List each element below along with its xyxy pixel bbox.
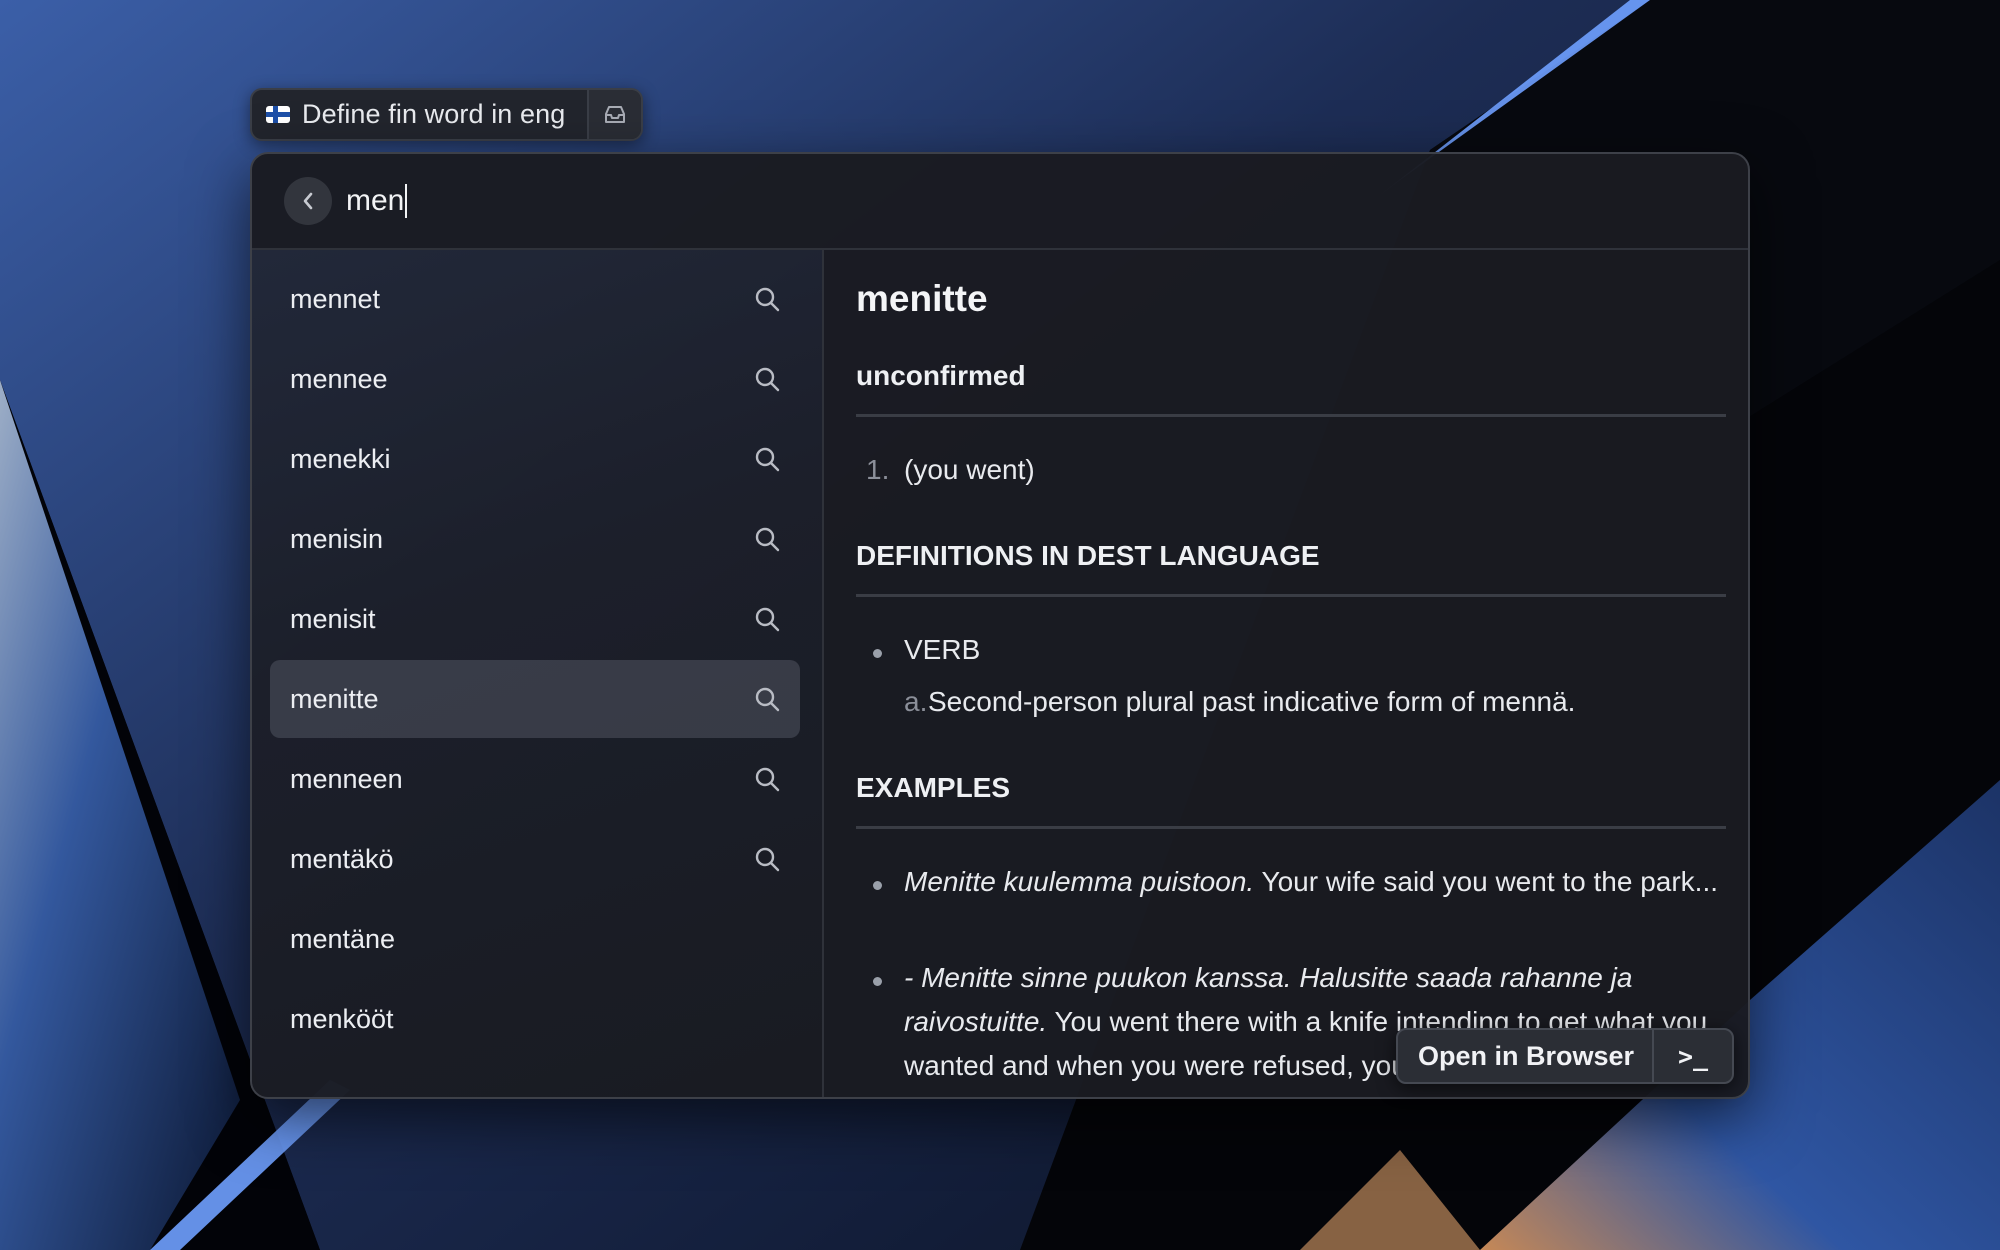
list-item-label: menitte: [290, 683, 379, 714]
list-item-label: mentäkö: [290, 843, 394, 874]
inbox-tray-icon[interactable]: [587, 90, 641, 139]
list-item-label: mennet: [290, 283, 381, 314]
list-item[interactable]: mentäne: [270, 900, 800, 978]
example-item: Menitte kuulemma puistoon. Your wife sai…: [904, 860, 1724, 904]
bullet: [873, 977, 882, 986]
finnish-flag-icon: [266, 106, 290, 123]
list-item[interactable]: menisin: [270, 500, 800, 578]
list-item-label: menkööt: [290, 1003, 394, 1034]
search-icon[interactable]: [754, 446, 780, 472]
example-english: Your wife said you went to the park...: [1254, 866, 1719, 897]
example-finnish: Menitte kuulemma puistoon.: [904, 866, 1255, 897]
search-icon[interactable]: [754, 686, 780, 712]
examples-heading: EXAMPLES: [856, 772, 1011, 803]
list-item[interactable]: mennee: [270, 340, 800, 418]
definitions-heading: DEFINITIONS IN DEST LANGUAGE: [856, 540, 1320, 571]
terminal-icon[interactable]: >_: [1652, 1030, 1732, 1082]
list-item-selected[interactable]: menitte: [270, 660, 800, 738]
search-icon[interactable]: [754, 286, 780, 312]
search-icon[interactable]: [754, 766, 780, 792]
search-bar: men: [252, 154, 1748, 250]
open-in-browser-label: Open in Browser: [1418, 1040, 1635, 1071]
list-item[interactable]: menneen: [270, 740, 800, 818]
open-in-browser-button[interactable]: Open in Browser >_: [1396, 1028, 1734, 1084]
dictionary-window: men mennet mennee menekki menisin menisi…: [250, 152, 1750, 1099]
translation-text: (you went): [904, 454, 1035, 485]
chevron-left-icon[interactable]: [284, 177, 332, 225]
search-icon[interactable]: [754, 606, 780, 632]
text-caret: [405, 184, 408, 218]
translation-marker: 1.: [866, 454, 890, 485]
list-item-label: menneen: [290, 763, 403, 794]
divider: [856, 826, 1726, 829]
bullet: [873, 649, 882, 658]
sense-text: Second-person plural past indicative for…: [928, 686, 1576, 717]
list-item-label: mennee: [290, 363, 388, 394]
bullet: [873, 881, 882, 890]
list-item-label: menekki: [290, 443, 391, 474]
word-title: menitte: [856, 278, 988, 319]
command-title: Define fin word in eng: [302, 99, 566, 129]
detail-panel: menitte unconfirmed 1. (you went) DEFINI…: [824, 250, 1748, 1097]
divider: [856, 414, 1726, 417]
list-item[interactable]: menkööt: [270, 980, 800, 1058]
divider: [856, 594, 1726, 597]
search-input[interactable]: men: [346, 184, 408, 218]
list-item[interactable]: menekki: [270, 420, 800, 498]
results-list: mennet mennee menekki menisin menisit me…: [252, 250, 824, 1097]
part-of-speech: VERB: [904, 634, 981, 665]
sense-marker: a.: [904, 686, 928, 717]
list-item-label: menisin: [290, 523, 384, 554]
list-item-label: menisit: [290, 603, 376, 634]
list-item[interactable]: menisit: [270, 580, 800, 658]
list-item[interactable]: mennet: [270, 260, 800, 338]
search-input-value: men: [346, 184, 405, 217]
search-icon[interactable]: [754, 366, 780, 392]
search-icon[interactable]: [754, 846, 780, 872]
status-heading: unconfirmed: [856, 360, 1026, 391]
list-item[interactable]: mentäkö: [270, 820, 800, 898]
list-item-label: mentäne: [290, 923, 396, 954]
command-chip[interactable]: Define fin word in eng: [250, 88, 643, 141]
search-icon[interactable]: [754, 526, 780, 552]
